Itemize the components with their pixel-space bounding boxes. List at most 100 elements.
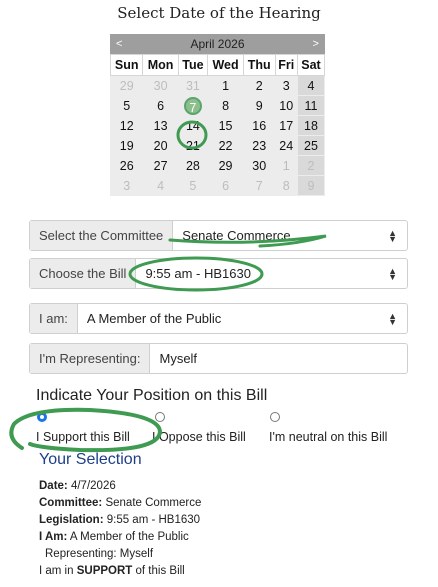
support-label[interactable]: I Support this Bill [36, 430, 130, 444]
calendar-day[interactable]: 1 [207, 75, 244, 96]
weekday-header: Tue [177, 54, 209, 76]
summary-committee: Committee: Senate Commerce [39, 495, 201, 512]
summary-legislation-value: 9:55 am - HB1630 [106, 514, 201, 526]
selected-day-marker[interactable]: 7 [183, 96, 202, 115]
calendar-day: 7 [242, 175, 276, 196]
calendar-day[interactable]: 16 [242, 115, 276, 136]
selection-summary: Date: 4/7/2026 Committee: Senate Commerc… [39, 478, 201, 580]
calendar-day: 3 [109, 175, 144, 196]
committee-select[interactable]: Senate Commerce ▲ ▼ [173, 221, 407, 250]
oppose-radio[interactable] [155, 412, 165, 422]
calendar-day[interactable]: 10 [274, 95, 298, 116]
calendar-day[interactable]: 5 [109, 95, 144, 116]
calendar-day[interactable]: 18 [296, 115, 326, 136]
representing-group: I'm Representing: Myself [29, 343, 408, 374]
calendar-day[interactable]: 20 [142, 135, 179, 156]
bill-select-group: Choose the Bill 9:55 am - HB1630 ▲ ▼ [29, 258, 408, 289]
calendar-day: 5 [177, 175, 209, 196]
calendar-grid: Sun Mon Tue Wed Thu Fri Sat 29 30 31 1 2… [109, 54, 326, 196]
summary-committee-label: Committee: [39, 497, 103, 509]
weekday-header: Wed [207, 54, 244, 76]
summary-support-suffix: of this Bill [135, 565, 185, 577]
calendar-day[interactable]: 14 [177, 115, 209, 136]
calendar-day: 31 [177, 75, 209, 96]
summary-iam: I Am: A Member of the Public [39, 529, 201, 546]
calendar-day[interactable]: 4 [296, 75, 326, 96]
your-selection-heading: Your Selection [39, 451, 142, 468]
calendar-day[interactable]: 6 [142, 95, 179, 116]
calendar-day[interactable]: 30 [242, 155, 276, 176]
weekday-header: Fri [274, 54, 298, 76]
select-arrows-icon: ▲ ▼ [388, 266, 397, 282]
calendar-day[interactable]: 25 [296, 135, 326, 156]
calendar-day[interactable]: 11 [296, 95, 326, 116]
calendar-day[interactable]: 24 [274, 135, 298, 156]
calendar-day: 29 [109, 75, 144, 96]
summary-legislation-label: Legislation: [39, 514, 104, 526]
summary-support: I am in SUPPORT of this Bill [39, 563, 201, 580]
neutral-radio[interactable] [270, 412, 280, 422]
page-title: Select Date of the Hearing [117, 4, 321, 22]
summary-support-prefix: I am in [39, 565, 74, 577]
summary-date-label: Date: [39, 480, 68, 492]
next-month-button[interactable]: > [313, 38, 319, 50]
calendar-header: < April 2026 > [110, 34, 325, 54]
iam-select-group: I am: A Member of the Public ▲ ▼ [29, 303, 408, 334]
calendar-day[interactable]: 21 [177, 135, 209, 156]
calendar-day: 2 [296, 155, 326, 176]
summary-date-value: 4/7/2026 [70, 480, 116, 492]
summary-iam-label: I Am: [39, 531, 68, 543]
calendar-day[interactable]: 28 [177, 155, 209, 176]
oppose-label[interactable]: I Oppose this Bill [152, 430, 246, 444]
bill-label: Choose the Bill [30, 259, 137, 288]
iam-label: I am: [30, 304, 78, 333]
calendar-day-selected[interactable]: 7 [177, 95, 209, 116]
representing-label: I'm Representing: [30, 344, 151, 373]
iam-select[interactable]: A Member of the Public ▲ ▼ [78, 304, 407, 333]
summary-committee-value: Senate Commerce [105, 497, 202, 509]
calendar-day[interactable]: 9 [242, 95, 276, 116]
bill-select[interactable]: 9:55 am - HB1630 ▲ ▼ [136, 259, 407, 288]
committee-select-group: Select the Committee Senate Commerce ▲ ▼ [29, 220, 408, 251]
weekday-header: Mon [142, 54, 179, 76]
calendar-day[interactable]: 15 [207, 115, 244, 136]
calendar-day[interactable]: 3 [274, 75, 298, 96]
calendar-day[interactable]: 22 [207, 135, 244, 156]
calendar-day[interactable]: 29 [207, 155, 244, 176]
weekday-header: Thu [242, 54, 276, 76]
select-arrows-icon: ▲ ▼ [388, 311, 397, 327]
calendar-day[interactable]: 26 [109, 155, 144, 176]
iam-value: A Member of the Public [86, 311, 222, 326]
calendar-day[interactable]: 19 [109, 135, 144, 156]
calendar-month-title: April 2026 [190, 37, 245, 51]
summary-support-word: SUPPORT [76, 565, 133, 577]
calendar-day[interactable]: 13 [142, 115, 179, 136]
summary-representing: Representing: Myself [45, 548, 154, 560]
date-picker: < April 2026 > Sun Mon Tue Wed Thu Fri S… [109, 34, 326, 196]
calendar-day: 6 [207, 175, 244, 196]
calendar-day: 9 [296, 175, 326, 196]
committee-label: Select the Committee [30, 221, 174, 250]
position-heading: Indicate Your Position on this Bill [36, 387, 268, 404]
prev-month-button[interactable]: < [116, 38, 122, 50]
committee-value: Senate Commerce [182, 228, 291, 243]
weekday-header: Sun [109, 54, 144, 76]
calendar-day[interactable]: 2 [242, 75, 276, 96]
calendar-day: 4 [142, 175, 179, 196]
calendar-day[interactable]: 8 [207, 95, 244, 116]
position-radio-group: I Support this Bill I Oppose this Bill I… [36, 412, 416, 452]
select-arrows-icon: ▲ ▼ [388, 228, 397, 244]
calendar-day: 8 [274, 175, 298, 196]
calendar-day[interactable]: 12 [109, 115, 144, 136]
calendar-day[interactable]: 23 [242, 135, 276, 156]
neutral-label[interactable]: I'm neutral on this Bill [269, 430, 387, 444]
calendar-day[interactable]: 27 [142, 155, 179, 176]
summary-iam-value: A Member of the Public [69, 531, 189, 543]
weekday-header: Sat [296, 54, 326, 76]
representing-input[interactable]: Myself [150, 344, 407, 373]
calendar-day: 30 [142, 75, 179, 96]
bill-value: 9:55 am - HB1630 [145, 266, 251, 281]
support-radio[interactable] [37, 412, 47, 422]
calendar-day[interactable]: 17 [274, 115, 298, 136]
summary-legislation: Legislation: 9:55 am - HB1630 [39, 512, 201, 529]
